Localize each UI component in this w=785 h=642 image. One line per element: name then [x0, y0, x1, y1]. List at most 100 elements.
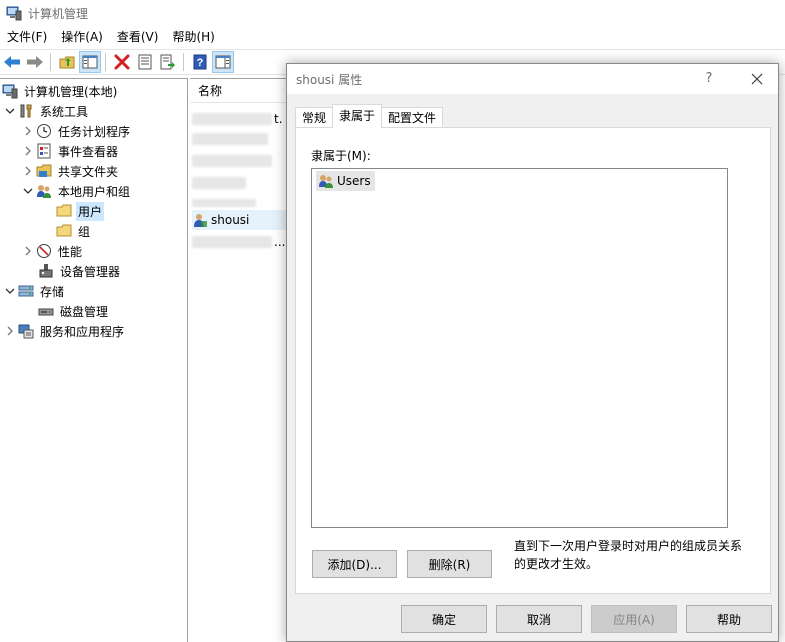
- tree-item-label: 用户: [76, 201, 105, 221]
- tree-item-label: 存储: [40, 284, 65, 299]
- blurred-content: [192, 113, 272, 125]
- user-properties-dialog: shousi 属性 ? 常规 隶属于 配置文件 隶属于(M): Users 添加…: [286, 63, 779, 642]
- blurred-content: [192, 155, 272, 167]
- dialog-title-bar: shousi 属性 ?: [287, 64, 778, 94]
- column-header-name[interactable]: 名称: [190, 79, 290, 103]
- list-item[interactable]: ...: [192, 232, 288, 252]
- toolbar-separator: [183, 53, 184, 71]
- tools-icon: [18, 103, 34, 119]
- list-item[interactable]: [192, 151, 288, 171]
- device-manager-icon: [38, 263, 54, 279]
- help-question-icon[interactable]: ?: [701, 71, 717, 87]
- tree-item-label: 事件查看器: [58, 144, 119, 159]
- users-group-icon: [318, 173, 334, 189]
- dialog-title: shousi 属性: [296, 72, 363, 87]
- tab-profile[interactable]: 配置文件: [381, 107, 444, 128]
- chevron-right-icon[interactable]: [22, 145, 34, 157]
- tree-item-services-apps[interactable]: 服务和应用程序: [4, 321, 126, 341]
- add-button[interactable]: 添加(D)...: [312, 550, 397, 578]
- svg-text:?: ?: [197, 57, 204, 69]
- up-folder-icon[interactable]: [56, 51, 78, 73]
- chevron-right-icon[interactable]: [4, 325, 16, 337]
- list-item-name: ...: [274, 235, 286, 249]
- forward-arrow-icon[interactable]: [24, 51, 46, 73]
- list-item[interactable]: [192, 173, 288, 193]
- delete-icon[interactable]: [111, 51, 133, 73]
- tree-item-label: 磁盘管理: [60, 304, 109, 319]
- tree-item-task-scheduler[interactable]: 任务计划程序: [22, 121, 132, 141]
- remove-button[interactable]: 删除(R): [407, 550, 492, 578]
- back-arrow-icon[interactable]: [1, 51, 23, 73]
- tree-item-system-tools[interactable]: 系统工具: [4, 101, 90, 121]
- tree-item-shared-folders[interactable]: 共享文件夹: [22, 161, 120, 181]
- tab-general[interactable]: 常规: [295, 107, 334, 128]
- storage-icon: [18, 283, 34, 299]
- cancel-button[interactable]: 取消: [496, 605, 582, 633]
- toolbar-separator: [50, 53, 51, 71]
- export-list-icon[interactable]: [157, 51, 179, 73]
- menu-action[interactable]: 操作(A): [54, 26, 110, 48]
- close-icon[interactable]: [742, 68, 772, 90]
- tree-item-label: 系统工具: [40, 104, 89, 119]
- blurred-content: [192, 236, 272, 248]
- chevron-right-icon[interactable]: [22, 165, 34, 177]
- console-tree: 计算机管理(本地) 系统工具 任务计划程序 事件查看器 共享文件夹 本地用户和组…: [0, 78, 188, 642]
- tree-item-label: 服务和应用程序: [40, 324, 125, 339]
- chevron-right-icon[interactable]: [22, 245, 34, 257]
- services-icon: [18, 323, 34, 339]
- window-title: 计算机管理: [28, 6, 89, 21]
- blurred-content: [192, 133, 268, 145]
- member-item-users[interactable]: Users: [316, 171, 375, 191]
- tree-item-local-users-groups[interactable]: 本地用户和组: [22, 181, 132, 201]
- chevron-right-icon[interactable]: [22, 125, 34, 137]
- members-listbox[interactable]: Users: [311, 168, 728, 528]
- menu-file[interactable]: 文件(F): [0, 26, 54, 48]
- list-item-name: shousi: [211, 213, 250, 227]
- apply-button[interactable]: 应用(A): [591, 605, 677, 633]
- member-of-panel: 隶属于(M): Users 添加(D)... 删除(R) 直到下一次用户登录时对…: [295, 127, 771, 594]
- shared-folder-icon: [36, 163, 52, 179]
- tree-item-label: 任务计划程序: [58, 124, 131, 139]
- chevron-down-icon[interactable]: [22, 185, 34, 197]
- users-group-icon: [36, 183, 52, 199]
- membership-change-note: 直到下一次用户登录时对用户的组成员关系的更改才生效。: [514, 539, 743, 571]
- tree-item-event-viewer[interactable]: 事件查看器: [22, 141, 120, 161]
- computer-management-icon: [6, 5, 22, 21]
- menu-view[interactable]: 查看(V): [110, 26, 166, 48]
- help-button[interactable]: 帮助: [686, 605, 772, 633]
- tab-member-of[interactable]: 隶属于: [332, 104, 383, 128]
- performance-icon: [36, 243, 52, 259]
- tree-item-label: 计算机管理(本地): [24, 84, 118, 99]
- member-of-label: 隶属于(M):: [311, 149, 371, 163]
- chevron-down-icon[interactable]: [4, 105, 16, 117]
- user-list-pane: 名称 t. shousi ...: [190, 78, 290, 642]
- properties-icon[interactable]: [134, 51, 156, 73]
- tree-item-users[interactable]: 用户: [56, 201, 105, 221]
- list-item-shousi[interactable]: shousi: [192, 210, 288, 230]
- list-item[interactable]: t.: [192, 109, 288, 129]
- blurred-content: [192, 177, 246, 189]
- tree-item-label: 组: [78, 224, 91, 239]
- tree-item-groups[interactable]: 组: [56, 221, 92, 241]
- tree-item-storage[interactable]: 存储: [4, 281, 66, 301]
- tree-item-performance[interactable]: 性能: [22, 241, 84, 261]
- list-item[interactable]: [192, 129, 288, 149]
- user-icon: [192, 212, 208, 228]
- tree-item-disk-management[interactable]: 磁盘管理: [38, 301, 110, 321]
- tree-item-root[interactable]: 计算机管理(本地): [2, 81, 119, 101]
- show-hide-tree-icon[interactable]: [79, 51, 101, 73]
- window-title-bar: 计算机管理: [0, 0, 785, 26]
- folder-icon: [56, 223, 72, 239]
- clock-icon: [36, 123, 52, 139]
- help-icon[interactable]: ?: [189, 51, 211, 73]
- ok-button[interactable]: 确定: [401, 605, 487, 633]
- show-action-pane-icon[interactable]: [212, 51, 234, 73]
- tree-item-device-manager[interactable]: 设备管理器: [38, 261, 122, 281]
- computer-management-icon: [2, 83, 18, 99]
- menu-help[interactable]: 帮助(H): [165, 26, 221, 48]
- chevron-down-icon[interactable]: [4, 285, 16, 297]
- folder-icon: [56, 203, 72, 219]
- disk-icon: [38, 303, 54, 319]
- toolbar-separator: [105, 53, 106, 71]
- menu-bar: 文件(F) 操作(A) 查看(V) 帮助(H): [0, 26, 785, 48]
